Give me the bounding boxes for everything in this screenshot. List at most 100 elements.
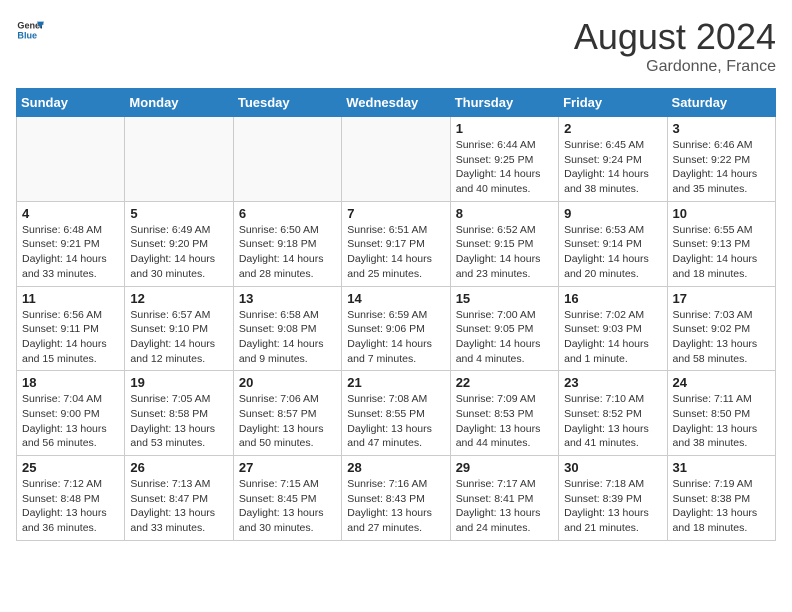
header-saturday: Saturday [667, 89, 775, 117]
day-info: Sunrise: 6:58 AM Sunset: 9:08 PM Dayligh… [239, 308, 336, 367]
table-row: 23 Sunrise: 7:10 AM Sunset: 8:52 PM Dayli… [559, 371, 667, 456]
calendar-week-row: 11 Sunrise: 6:56 AM Sunset: 9:11 PM Dayli… [17, 286, 776, 371]
day-number: 23 [564, 375, 661, 390]
table-row [125, 117, 233, 202]
day-info: Sunrise: 7:16 AM Sunset: 8:43 PM Dayligh… [347, 477, 444, 536]
calendar-week-row: 4 Sunrise: 6:48 AM Sunset: 9:21 PM Daylig… [17, 201, 776, 286]
svg-text:Blue: Blue [17, 30, 37, 40]
table-row: 12Sunrise: 6:57 AM Sunset: 9:10 PM Dayli… [125, 286, 233, 371]
table-row [233, 117, 341, 202]
header-monday: Monday [125, 89, 233, 117]
day-number: 30 [564, 460, 661, 475]
day-info: Sunrise: 7:18 AM Sunset: 8:39 PM Dayligh… [564, 477, 661, 536]
table-row: 5Sunrise: 6:49 AM Sunset: 9:20 PM Daylig… [125, 201, 233, 286]
day-info: Sunrise: 6:53 AM Sunset: 9:14 PM Dayligh… [564, 223, 661, 282]
day-info: Sunrise: 6:44 AM Sunset: 9:25 PM Dayligh… [456, 138, 553, 197]
table-row: 8 Sunrise: 6:52 AM Sunset: 9:15 PM Daylig… [450, 201, 558, 286]
day-number: 8 [456, 206, 553, 221]
day-number: 21 [347, 375, 444, 390]
table-row: 1 Sunrise: 6:44 AM Sunset: 9:25 PM Daylig… [450, 117, 558, 202]
day-info: Sunrise: 6:50 AM Sunset: 9:18 PM Dayligh… [239, 223, 336, 282]
table-row: 10 Sunrise: 6:55 AM Sunset: 9:13 PM Dayli… [667, 201, 775, 286]
day-info: Sunrise: 7:13 AM Sunset: 8:47 PM Dayligh… [130, 477, 227, 536]
table-row: 31 Sunrise: 7:19 AM Sunset: 8:38 PM Dayli… [667, 456, 775, 541]
table-row: 11 Sunrise: 6:56 AM Sunset: 9:11 PM Dayli… [17, 286, 125, 371]
header-wednesday: Wednesday [342, 89, 450, 117]
table-row: 28 Sunrise: 7:16 AM Sunset: 8:43 PM Dayli… [342, 456, 450, 541]
table-row: 7 Sunrise: 6:51 AM Sunset: 9:17 PM Daylig… [342, 201, 450, 286]
table-row: 22Sunrise: 7:09 AM Sunset: 8:53 PM Dayli… [450, 371, 558, 456]
table-row: 14 Sunrise: 6:59 AM Sunset: 9:06 PM Dayli… [342, 286, 450, 371]
table-row: 18Sunrise: 7:04 AM Sunset: 9:00 PM Dayli… [17, 371, 125, 456]
day-number: 15 [456, 291, 553, 306]
table-row: 15Sunrise: 7:00 AM Sunset: 9:05 PM Dayli… [450, 286, 558, 371]
day-info: Sunrise: 7:10 AM Sunset: 8:52 PM Dayligh… [564, 392, 661, 451]
day-info: Sunrise: 6:48 AM Sunset: 9:21 PM Dayligh… [22, 223, 119, 282]
day-number: 24 [673, 375, 770, 390]
table-row: 30 Sunrise: 7:18 AM Sunset: 8:39 PM Dayli… [559, 456, 667, 541]
day-info: Sunrise: 6:55 AM Sunset: 9:13 PM Dayligh… [673, 223, 770, 282]
table-row: 16Sunrise: 7:02 AM Sunset: 9:03 PM Dayli… [559, 286, 667, 371]
day-info: Sunrise: 7:06 AM Sunset: 8:57 PM Dayligh… [239, 392, 336, 451]
calendar-table: Sunday Monday Tuesday Wednesday Thursday… [16, 88, 776, 541]
calendar-week-row: 18Sunrise: 7:04 AM Sunset: 9:00 PM Dayli… [17, 371, 776, 456]
day-info: Sunrise: 6:46 AM Sunset: 9:22 PM Dayligh… [673, 138, 770, 197]
month-title: August 2024 [574, 16, 776, 58]
table-row: 6Sunrise: 6:50 AM Sunset: 9:18 PM Daylig… [233, 201, 341, 286]
day-number: 3 [673, 121, 770, 136]
day-number: 28 [347, 460, 444, 475]
day-info: Sunrise: 7:19 AM Sunset: 8:38 PM Dayligh… [673, 477, 770, 536]
header-thursday: Thursday [450, 89, 558, 117]
table-row: 4 Sunrise: 6:48 AM Sunset: 9:21 PM Daylig… [17, 201, 125, 286]
day-info: Sunrise: 7:17 AM Sunset: 8:41 PM Dayligh… [456, 477, 553, 536]
day-number: 17 [673, 291, 770, 306]
day-info: Sunrise: 6:45 AM Sunset: 9:24 PM Dayligh… [564, 138, 661, 197]
table-row: 25 Sunrise: 7:12 AM Sunset: 8:48 PM Dayli… [17, 456, 125, 541]
day-number: 12 [130, 291, 227, 306]
day-number: 11 [22, 291, 119, 306]
table-row [17, 117, 125, 202]
day-number: 1 [456, 121, 553, 136]
day-number: 25 [22, 460, 119, 475]
day-number: 29 [456, 460, 553, 475]
day-info: Sunrise: 6:56 AM Sunset: 9:11 PM Dayligh… [22, 308, 119, 367]
day-info: Sunrise: 6:51 AM Sunset: 9:17 PM Dayligh… [347, 223, 444, 282]
day-info: Sunrise: 6:52 AM Sunset: 9:15 PM Dayligh… [456, 223, 553, 282]
table-row: 29 Sunrise: 7:17 AM Sunset: 8:41 PM Dayli… [450, 456, 558, 541]
day-number: 10 [673, 206, 770, 221]
day-number: 13 [239, 291, 336, 306]
day-number: 27 [239, 460, 336, 475]
table-row: 17Sunrise: 7:03 AM Sunset: 9:02 PM Dayli… [667, 286, 775, 371]
day-number: 19 [130, 375, 227, 390]
table-row: 24 Sunrise: 7:11 AM Sunset: 8:50 PM Dayli… [667, 371, 775, 456]
day-info: Sunrise: 7:05 AM Sunset: 8:58 PM Dayligh… [130, 392, 227, 451]
table-row: 21 Sunrise: 7:08 AM Sunset: 8:55 PM Dayli… [342, 371, 450, 456]
day-number: 2 [564, 121, 661, 136]
day-number: 14 [347, 291, 444, 306]
day-info: Sunrise: 7:12 AM Sunset: 8:48 PM Dayligh… [22, 477, 119, 536]
day-info: Sunrise: 6:49 AM Sunset: 9:20 PM Dayligh… [130, 223, 227, 282]
table-row: 3 Sunrise: 6:46 AM Sunset: 9:22 PM Daylig… [667, 117, 775, 202]
day-number: 9 [564, 206, 661, 221]
location: Gardonne, France [574, 58, 776, 76]
day-info: Sunrise: 7:08 AM Sunset: 8:55 PM Dayligh… [347, 392, 444, 451]
day-number: 20 [239, 375, 336, 390]
calendar-week-row: 25 Sunrise: 7:12 AM Sunset: 8:48 PM Dayli… [17, 456, 776, 541]
table-row [342, 117, 450, 202]
header-tuesday: Tuesday [233, 89, 341, 117]
logo: General Blue [16, 16, 44, 44]
day-number: 22 [456, 375, 553, 390]
table-row: 9 Sunrise: 6:53 AM Sunset: 9:14 PM Daylig… [559, 201, 667, 286]
table-row: 27Sunrise: 7:15 AM Sunset: 8:45 PM Dayli… [233, 456, 341, 541]
calendar-header-row: Sunday Monday Tuesday Wednesday Thursday… [17, 89, 776, 117]
day-number: 18 [22, 375, 119, 390]
logo-icon: General Blue [16, 16, 44, 44]
day-info: Sunrise: 6:59 AM Sunset: 9:06 PM Dayligh… [347, 308, 444, 367]
table-row: 19 Sunrise: 7:05 AM Sunset: 8:58 PM Dayli… [125, 371, 233, 456]
table-row: 26Sunrise: 7:13 AM Sunset: 8:47 PM Dayli… [125, 456, 233, 541]
day-number: 31 [673, 460, 770, 475]
calendar-week-row: 1 Sunrise: 6:44 AM Sunset: 9:25 PM Daylig… [17, 117, 776, 202]
day-number: 4 [22, 206, 119, 221]
day-number: 7 [347, 206, 444, 221]
day-info: Sunrise: 7:11 AM Sunset: 8:50 PM Dayligh… [673, 392, 770, 451]
